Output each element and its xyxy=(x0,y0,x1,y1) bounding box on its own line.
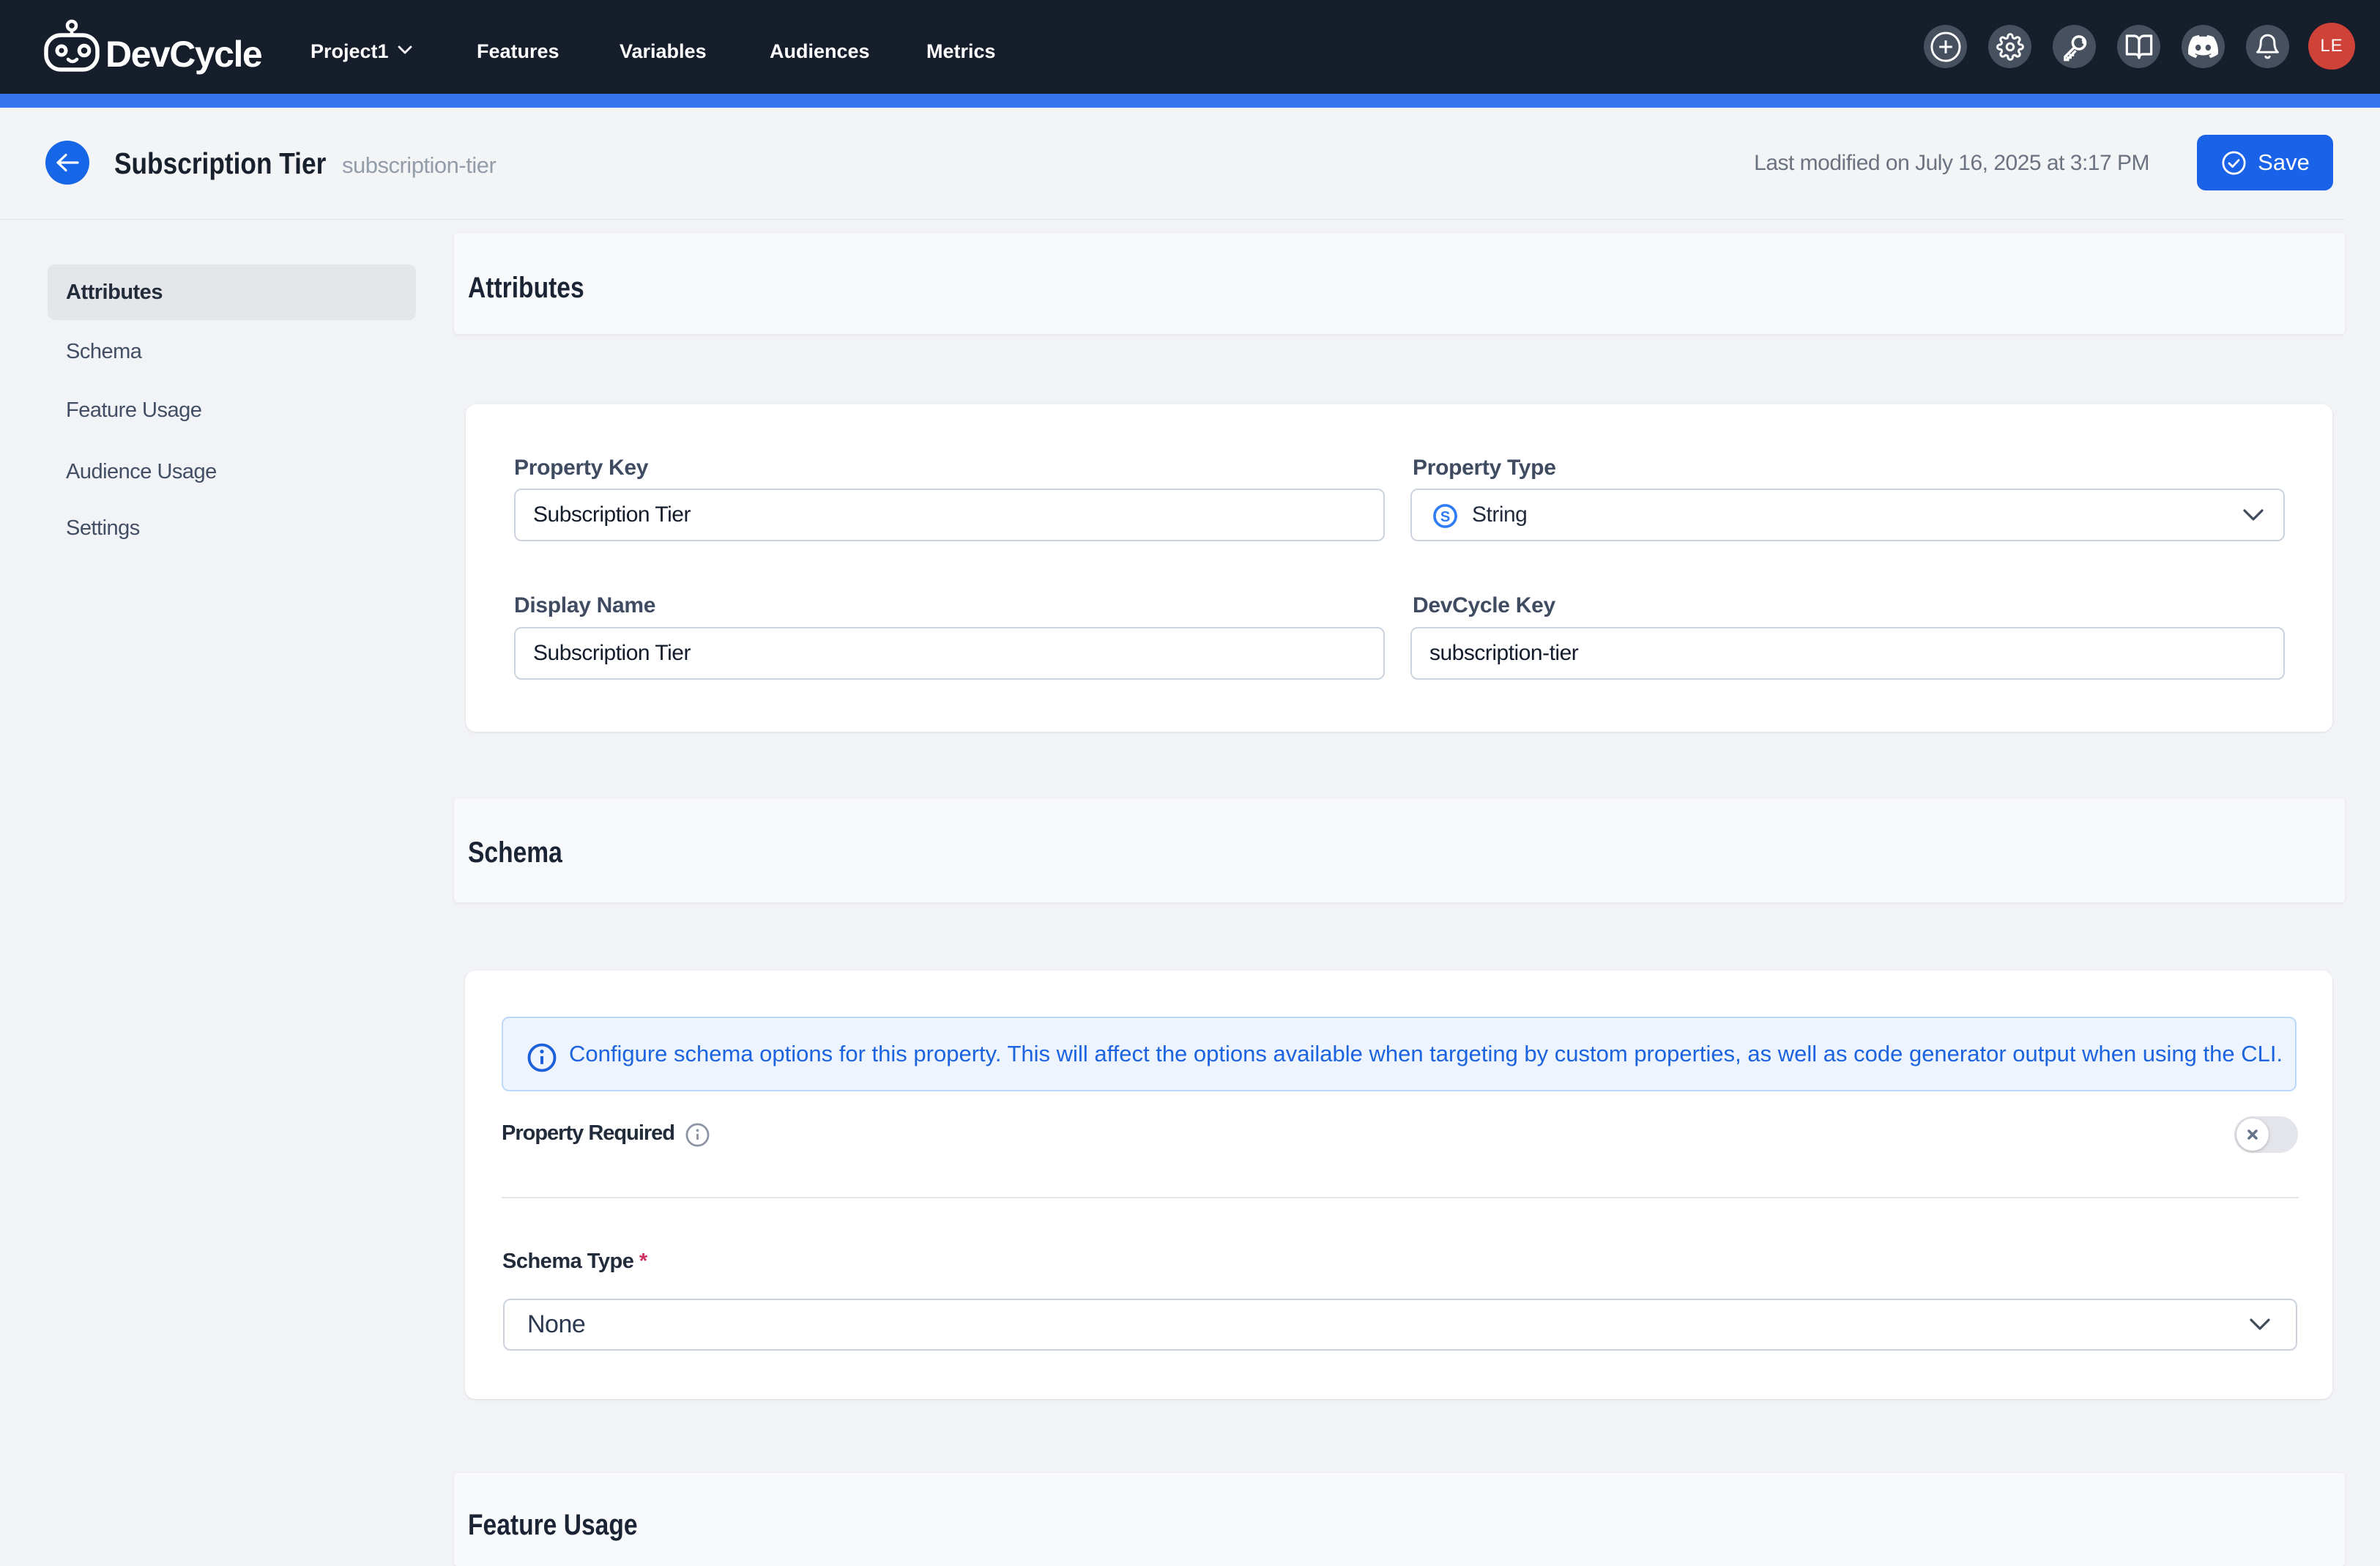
svg-text:S: S xyxy=(1440,509,1451,525)
